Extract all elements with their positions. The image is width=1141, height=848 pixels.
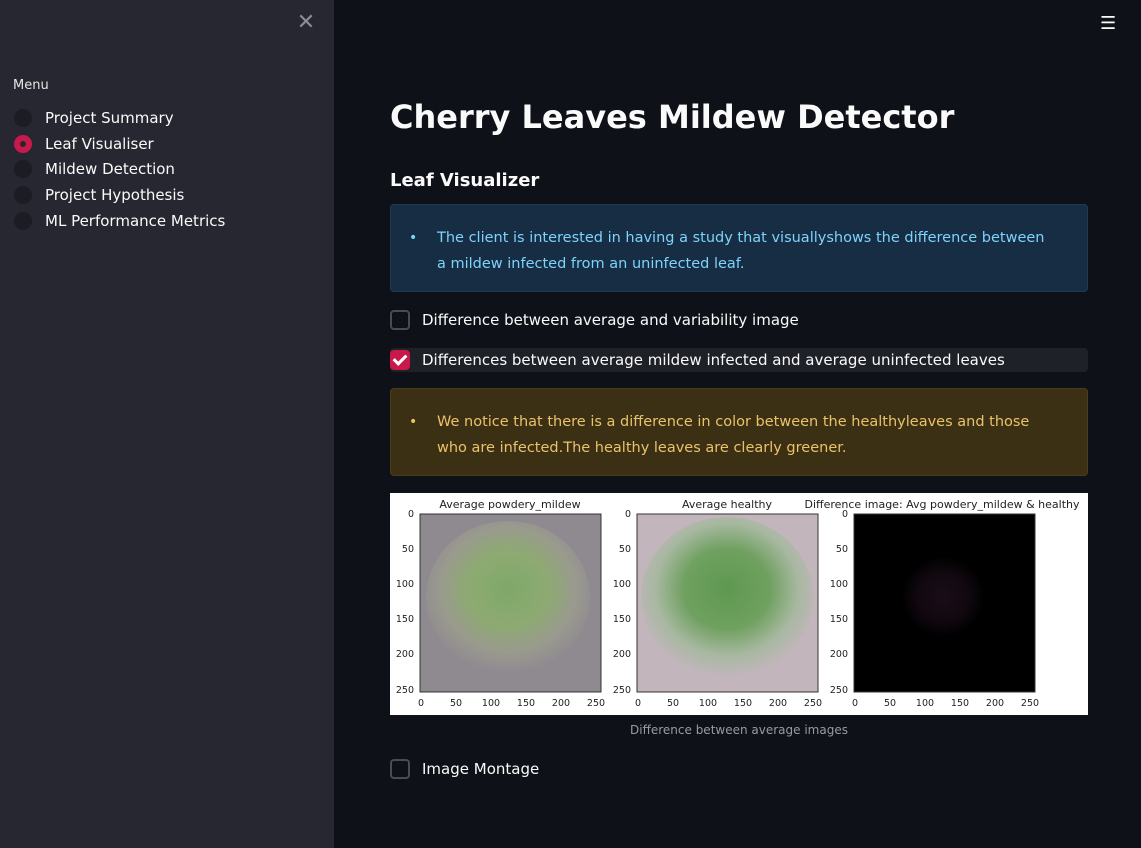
info-text: The client is interested in having a stu… [437,230,1045,272]
x-tick-label: 0 [418,698,424,709]
x-tick-label: 150 [951,698,969,709]
main-menu-button[interactable]: ☰ [1100,14,1118,34]
sidebar-item-mildew-detection[interactable]: Mildew Detection [14,157,225,183]
leaf-image [426,521,590,673]
radio-button[interactable] [14,186,32,205]
hamburger-menu-icon: ☰ [1100,13,1117,34]
x-tick-label: 0 [635,698,641,709]
y-tick-label: 250 [613,685,631,696]
x-tick-label: 50 [450,698,462,709]
y-tick-label: 100 [613,579,631,590]
y-tick-label: 0 [408,509,414,520]
checkbox-label: Difference between average and variabili… [422,311,799,329]
radio-button[interactable] [14,212,32,231]
panel-average-healthy [636,513,819,693]
x-tick-label: 100 [482,698,500,709]
bullet-icon: • [409,230,418,246]
page-title: Cherry Leaves Mildew Detector [390,98,955,136]
checkbox-label: Differences between average mildew infec… [422,351,1005,369]
y-tick-label: 50 [619,544,631,555]
y-tick-label: 50 [836,544,848,555]
radio-button-selected[interactable] [14,134,32,153]
y-tick-label: 150 [830,614,848,625]
warning-box: • We notice that there is a difference i… [390,388,1088,476]
sidebar-item-project-hypothesis[interactable]: Project Hypothesis [14,182,225,208]
x-tick-label: 200 [552,698,570,709]
figure-caption: Difference between average images [630,723,848,737]
checkbox[interactable] [390,310,410,330]
radio-button[interactable] [14,160,32,179]
sidebar-item-leaf-visualiser[interactable]: Leaf Visualiser [14,131,225,157]
y-tick-label: 250 [396,685,414,696]
checkbox-image-montage[interactable]: Image Montage [390,757,539,781]
x-tick-label: 100 [916,698,934,709]
y-tick-label: 100 [830,579,848,590]
sidebar-item-label: Mildew Detection [45,160,175,179]
bullet-icon: • [409,414,418,430]
y-tick-label: 150 [613,614,631,625]
checkbox-checked[interactable] [390,350,410,370]
sidebar-item-label: Project Hypothesis [45,186,185,205]
radio-button[interactable] [14,108,32,127]
leaf-image [641,517,813,677]
x-tick-label: 250 [587,698,605,709]
y-tick-label: 200 [613,649,631,660]
close-icon: ✕ [296,10,316,35]
difference-image [883,541,1003,657]
figure-svg: Average powdery_mildew Average healthy D… [396,498,1080,709]
x-tick-label: 150 [517,698,535,709]
y-tick-label: 200 [396,649,414,660]
x-tick-label: 50 [884,698,896,709]
y-tick-label: 200 [830,649,848,660]
x-tick-label: 100 [699,698,717,709]
x-tick-label: 200 [986,698,1004,709]
y-tick-label: 0 [842,509,848,520]
panel-title: Average powdery_mildew [439,498,580,511]
section-title: Leaf Visualizer [390,170,540,191]
x-tick-label: 0 [852,698,858,709]
sidebar-item-label: Project Summary [45,108,174,127]
checkbox-average-differences[interactable]: Differences between average mildew infec… [390,348,1088,372]
info-box: • The client is interested in having a s… [390,204,1088,292]
y-tick-label: 0 [625,509,631,520]
x-tick-label: 150 [734,698,752,709]
close-sidebar-button[interactable]: ✕ [295,10,317,36]
panel-title: Average healthy [682,498,772,511]
panel-average-powdery-mildew [419,513,602,693]
average-images-figure: Average powdery_mildew Average healthy D… [390,493,1088,715]
x-tick-label: 200 [769,698,787,709]
y-tick-label: 150 [396,614,414,625]
sidebar-item-project-summary[interactable]: Project Summary [14,105,225,131]
checkbox-label: Image Montage [422,760,540,778]
x-tick-label: 250 [804,698,822,709]
sidebar: ✕ Menu Project Summary Leaf Visualiser M… [0,0,334,848]
y-tick-label: 50 [402,544,414,555]
menu-title: Menu [13,78,49,93]
sidebar-item-label: ML Performance Metrics [45,212,226,231]
warning-text: We notice that there is a difference in … [437,414,1030,456]
x-tick-label: 250 [1021,698,1039,709]
sidebar-item-ml-performance-metrics[interactable]: ML Performance Metrics [14,208,225,234]
y-tick-label: 250 [830,685,848,696]
sidebar-nav: Project Summary Leaf Visualiser Mildew D… [14,105,225,234]
y-tick-label: 100 [396,579,414,590]
checkbox[interactable] [390,759,410,779]
panel-difference-image [853,513,1036,693]
sidebar-item-label: Leaf Visualiser [45,134,154,153]
checkbox-average-variability[interactable]: Difference between average and variabili… [390,308,1088,332]
x-tick-label: 50 [667,698,679,709]
